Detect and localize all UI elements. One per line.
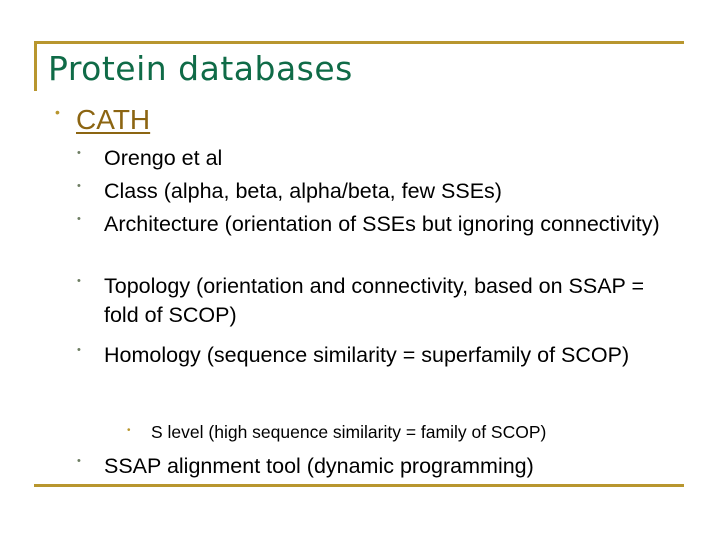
cath-link[interactable]: CATH [76, 104, 150, 135]
list-item: • SSAP alignment tool (dynamic programmi… [77, 452, 674, 481]
bullet-icon: • [77, 275, 81, 287]
bullet-icon: • [77, 147, 81, 159]
item-text: Topology (orientation and connectivity, … [104, 274, 645, 327]
bullet-cath: • CATH [55, 104, 150, 136]
list-item: • Orengo et al [77, 144, 674, 173]
item-text: Homology (sequence similarity = superfam… [104, 343, 630, 367]
item-text: S level (high sequence similarity = fami… [151, 422, 547, 442]
title-left-rule [34, 41, 37, 91]
sub-list-item: • S level (high sequence similarity = fa… [127, 422, 547, 443]
item-text: Class (alpha, beta, alpha/beta, few SSEs… [104, 179, 502, 203]
bullet-icon: • [127, 425, 131, 436]
title-top-rule [34, 41, 684, 44]
bullet-icon: • [77, 213, 81, 225]
bullet-icon: • [77, 344, 81, 356]
item-text: Architecture (orientation of SSEs but ig… [104, 212, 660, 236]
item-text: SSAP alignment tool (dynamic programming… [104, 454, 534, 478]
bullet-icon: • [77, 180, 81, 192]
slide-title: Protein databases [48, 49, 353, 88]
item-text: Orengo et al [104, 146, 223, 170]
bullet-icon: • [55, 104, 60, 120]
list-item: • Topology (orientation and connectivity… [77, 272, 674, 330]
list-item: • Architecture (orientation of SSEs but … [77, 210, 674, 239]
list-item: • Class (alpha, beta, alpha/beta, few SS… [77, 177, 674, 206]
footer-rule [34, 484, 684, 487]
bullet-icon: • [77, 455, 81, 467]
list-item: • Homology (sequence similarity = superf… [77, 341, 674, 370]
